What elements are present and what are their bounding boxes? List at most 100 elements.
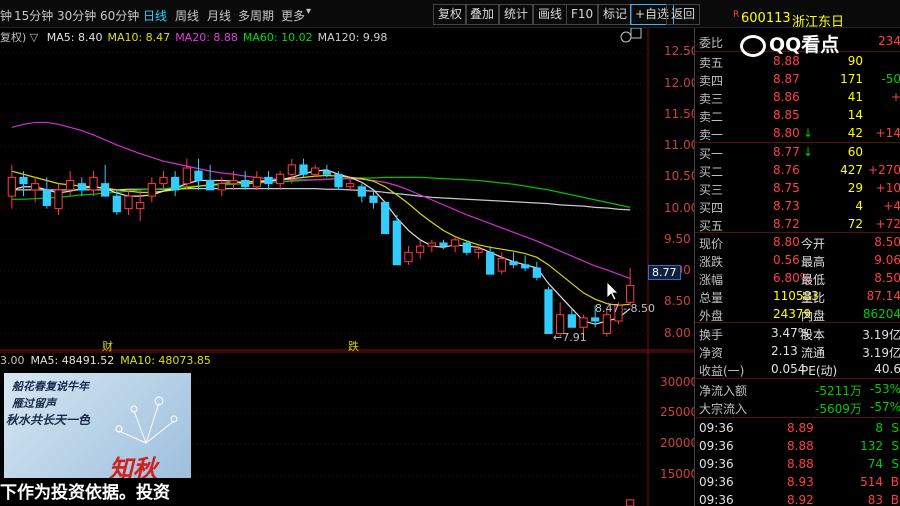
candle-body[interactable]: [159, 176, 168, 185]
candle-body[interactable]: [101, 183, 110, 197]
candle-body[interactable]: [381, 201, 390, 235]
candle-body[interactable]: [346, 183, 355, 188]
candle-body[interactable]: [252, 176, 261, 188]
quote-row[interactable]: 总量 110583 量比 87.14: [695, 287, 900, 305]
ask-row[interactable]: 卖一 8.80 ↓ 42 +14: [695, 124, 900, 142]
period-tab-30min[interactable]: 30分钟: [57, 7, 96, 24]
bid-change: +10: [875, 181, 900, 195]
bid-change: +270: [868, 163, 900, 177]
volume-legend-item: 3.00: [0, 354, 25, 367]
tick-row[interactable]: 09:36 8.88 132 S: [695, 437, 900, 455]
candle-body[interactable]: [567, 314, 576, 328]
candle-body[interactable]: [521, 264, 530, 269]
candle-body[interactable]: [171, 176, 180, 191]
period-tab-15min[interactable]: 15分钟: [14, 7, 53, 24]
candle-body[interactable]: [591, 317, 600, 322]
period-tab-more[interactable]: 更多: [281, 7, 305, 24]
period-tab-daily[interactable]: 日线: [143, 7, 167, 24]
candle-body[interactable]: [544, 289, 553, 335]
more-chevron-icon[interactable]: ▾: [306, 6, 311, 17]
fundamental-row[interactable]: 净资 2.13 流通 3.19亿: [695, 342, 900, 360]
event-tag-drop[interactable]: 跌: [348, 338, 359, 354]
candle-body[interactable]: [439, 242, 448, 247]
candle-body[interactable]: [311, 167, 320, 175]
candle-body[interactable]: [357, 186, 366, 197]
overlay-button[interactable]: 叠加: [465, 4, 500, 25]
candle-body[interactable]: [404, 251, 413, 263]
candle-body[interactable]: [19, 176, 28, 185]
candle-body[interactable]: [124, 195, 133, 210]
candle-body[interactable]: [474, 248, 483, 253]
bid-row[interactable]: 买五 8.72 72 +72: [695, 215, 900, 233]
bid-row[interactable]: 买二 8.76 427 +270: [695, 161, 900, 179]
ask-row[interactable]: 卖二 8.85 14: [695, 106, 900, 124]
flow-row[interactable]: 净流入额 -5211万 -53%: [695, 380, 900, 398]
candle-body[interactable]: [31, 183, 40, 191]
candle-body[interactable]: [112, 195, 121, 213]
quote-row[interactable]: 现价 8.80 今开 8.50: [695, 233, 900, 251]
candle-body[interactable]: [287, 164, 296, 175]
candle-body[interactable]: [392, 220, 401, 266]
quote-row[interactable]: 涨跌 0.56 最高 9.06: [695, 251, 900, 269]
event-tag-finance[interactable]: 财: [102, 338, 113, 354]
period-tab-min[interactable]: 钟: [0, 7, 12, 24]
candle-body[interactable]: [532, 267, 541, 278]
candle-body[interactable]: [486, 251, 495, 275]
period-tab-60min[interactable]: 60分钟: [100, 7, 139, 24]
candle-body[interactable]: [509, 261, 518, 266]
candle-body[interactable]: [369, 195, 378, 203]
flow-percent: -53%: [869, 382, 900, 396]
candle-body[interactable]: [66, 180, 75, 191]
bid-row[interactable]: 买四 8.73 4 +4: [695, 197, 900, 215]
adjust-button[interactable]: 复权: [433, 4, 468, 25]
candle-body[interactable]: [241, 180, 250, 188]
candle-body[interactable]: [206, 180, 215, 191]
candle-body[interactable]: [626, 284, 635, 303]
candle-body[interactable]: [229, 180, 238, 185]
candle-body[interactable]: [136, 201, 145, 210]
candle-body[interactable]: [299, 164, 308, 175]
candle-body[interactable]: [276, 173, 285, 185]
fundamental-row[interactable]: 收益(一) 0.054 PE(动) 40.6: [695, 360, 900, 378]
candle-body[interactable]: [579, 317, 588, 328]
candle-body[interactable]: [322, 170, 331, 175]
tick-row[interactable]: 09:36 8.92 83 B: [695, 491, 900, 506]
candle-body[interactable]: [89, 176, 98, 191]
tick-row[interactable]: 09:36 8.93 514 B: [695, 473, 900, 491]
candle-body[interactable]: [334, 173, 343, 188]
candle-body[interactable]: [462, 242, 471, 253]
period-tab-monthly[interactable]: 月线: [207, 7, 231, 24]
period-tab-multi[interactable]: 多周期: [238, 7, 274, 24]
candle-body[interactable]: [194, 170, 203, 182]
period-tab-weekly[interactable]: 周线: [175, 7, 199, 24]
bid-row[interactable]: 买三 8.75 29 +10: [695, 179, 900, 197]
tick-row[interactable]: 09:36 8.88 74 S: [695, 455, 900, 473]
candle-body[interactable]: [182, 167, 191, 185]
candle-body[interactable]: [217, 183, 226, 191]
mark-button[interactable]: 标记: [598, 4, 633, 25]
flow-row[interactable]: 大宗流入 -5609万 -57%: [695, 398, 900, 416]
candle-body[interactable]: [42, 189, 51, 206]
candle-body[interactable]: [147, 183, 156, 197]
quote-row[interactable]: 涨幅 6.80% 最低 8.50: [695, 269, 900, 287]
candle-body[interactable]: [54, 189, 63, 210]
ask-label: 卖一: [699, 128, 724, 142]
ask-price: 8.86: [773, 90, 800, 104]
bid-row[interactable]: 买一 8.77 ↓ 60: [695, 143, 900, 161]
candle-body[interactable]: [7, 176, 16, 197]
candle-body[interactable]: [264, 176, 273, 185]
quote-row[interactable]: 外盘 24379 内盘 86204: [695, 305, 900, 323]
stats-button[interactable]: 统计: [499, 4, 534, 25]
candle-body[interactable]: [451, 239, 460, 247]
candle-body[interactable]: [416, 245, 425, 253]
f10-button[interactable]: F10: [566, 4, 599, 25]
candle-body[interactable]: [602, 314, 611, 335]
fundamental-row[interactable]: 换手 3.47% 股本 3.19亿: [695, 324, 900, 342]
candle-body[interactable]: [497, 258, 506, 272]
ask-row[interactable]: 卖三 8.86 41 +: [695, 88, 900, 106]
draw-button[interactable]: 画线: [533, 4, 568, 25]
tick-row[interactable]: 09:36 8.89 8 S: [695, 419, 900, 437]
candle-body[interactable]: [77, 183, 86, 191]
candle-body[interactable]: [427, 242, 436, 247]
ask-row[interactable]: 卖四 8.87 171 -50: [695, 70, 900, 88]
